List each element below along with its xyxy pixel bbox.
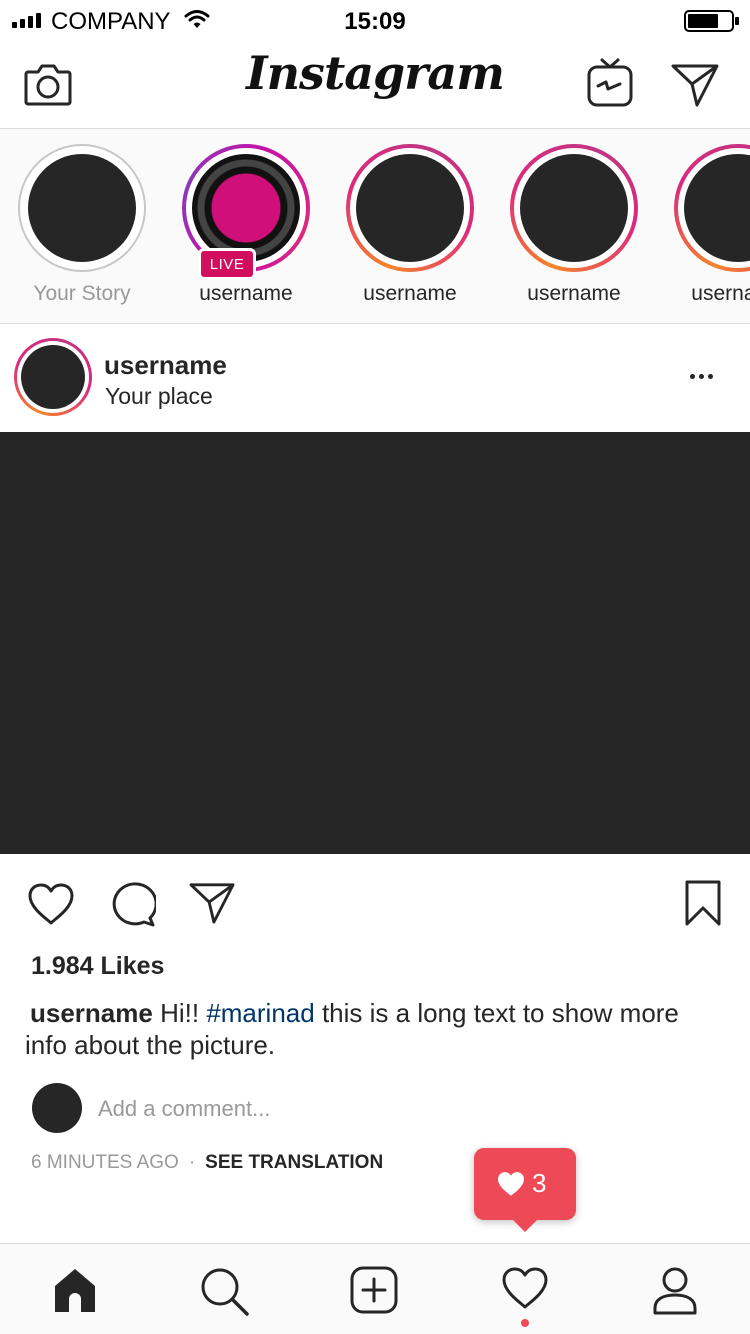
- avatar: [28, 154, 136, 262]
- add-comment-row: [32, 1083, 712, 1133]
- story-item[interactable]: username: [656, 144, 750, 314]
- avatar: [32, 1083, 82, 1133]
- story-item[interactable]: username: [328, 144, 492, 314]
- post-author-avatar[interactable]: [14, 338, 92, 416]
- story-ring: [510, 144, 638, 272]
- live-badge: LIVE: [198, 248, 256, 280]
- post-image[interactable]: [0, 432, 750, 854]
- post-location[interactable]: Your place: [105, 383, 213, 410]
- more-options-icon[interactable]: [690, 374, 713, 379]
- story-live[interactable]: LIVE username: [164, 144, 328, 314]
- activity-indicator-dot: [521, 1319, 529, 1327]
- direct-message-icon[interactable]: [670, 62, 720, 108]
- likes-count[interactable]: 1.984 Likes: [31, 952, 164, 981]
- stories-tray: Your Story LIVE username username userna…: [0, 129, 750, 324]
- notification-count: 3: [532, 1168, 547, 1198]
- post-username[interactable]: username: [104, 350, 227, 381]
- bottom-navigation: [0, 1243, 750, 1334]
- avatar: [520, 154, 628, 262]
- avatar: [192, 154, 300, 262]
- bookmark-icon[interactable]: [684, 879, 722, 927]
- comment-input[interactable]: [98, 1093, 598, 1125]
- story-label: username: [691, 282, 750, 305]
- battery-icon: [684, 10, 739, 32]
- heart-icon: [498, 1172, 524, 1196]
- separator: ·: [188, 1152, 196, 1173]
- see-translation-link[interactable]: SEE TRANSLATION: [205, 1152, 383, 1173]
- igtv-icon[interactable]: [586, 56, 634, 108]
- activity-notification-bubble[interactable]: 3: [474, 1148, 576, 1232]
- add-post-icon[interactable]: [350, 1266, 398, 1314]
- search-icon[interactable]: [199, 1266, 251, 1318]
- post-header: username Your place: [0, 324, 750, 432]
- profile-icon[interactable]: [652, 1266, 698, 1316]
- comment-icon[interactable]: [108, 882, 156, 928]
- home-icon[interactable]: [51, 1266, 99, 1314]
- story-label: username: [199, 282, 293, 305]
- post-timestamp: 6 MINUTES AGO: [31, 1152, 179, 1173]
- story-ring: [346, 144, 474, 272]
- avatar: [356, 154, 464, 262]
- clock: 15:09: [344, 8, 406, 35]
- story-ring: [18, 144, 146, 272]
- caption-username[interactable]: username: [30, 998, 153, 1028]
- instagram-feed-screen: COMPANY 15:09 Instagram Your Story LIVE …: [0, 0, 750, 1334]
- activity-heart-icon[interactable]: [501, 1266, 549, 1310]
- share-icon[interactable]: [188, 881, 236, 925]
- caption-hashtag[interactable]: #marinad: [206, 998, 314, 1028]
- story-your-story[interactable]: Your Story: [0, 144, 164, 314]
- story-item[interactable]: username: [492, 144, 656, 314]
- caption-text: Hi!!: [160, 998, 200, 1028]
- post-meta: 6 MINUTES AGO · SEE TRANSLATION: [31, 1152, 383, 1174]
- instagram-logo: Instagram: [246, 46, 505, 100]
- top-header: Instagram: [0, 40, 750, 129]
- post-caption: username Hi!! #marinad this is a long te…: [25, 997, 705, 1061]
- story-label: Your Story: [33, 282, 131, 305]
- status-bar: COMPANY 15:09: [0, 0, 750, 40]
- story-ring: [674, 144, 750, 272]
- post-actions: [0, 854, 750, 950]
- like-heart-icon[interactable]: [27, 882, 75, 926]
- story-label: username: [363, 282, 457, 305]
- story-label: username: [527, 282, 621, 305]
